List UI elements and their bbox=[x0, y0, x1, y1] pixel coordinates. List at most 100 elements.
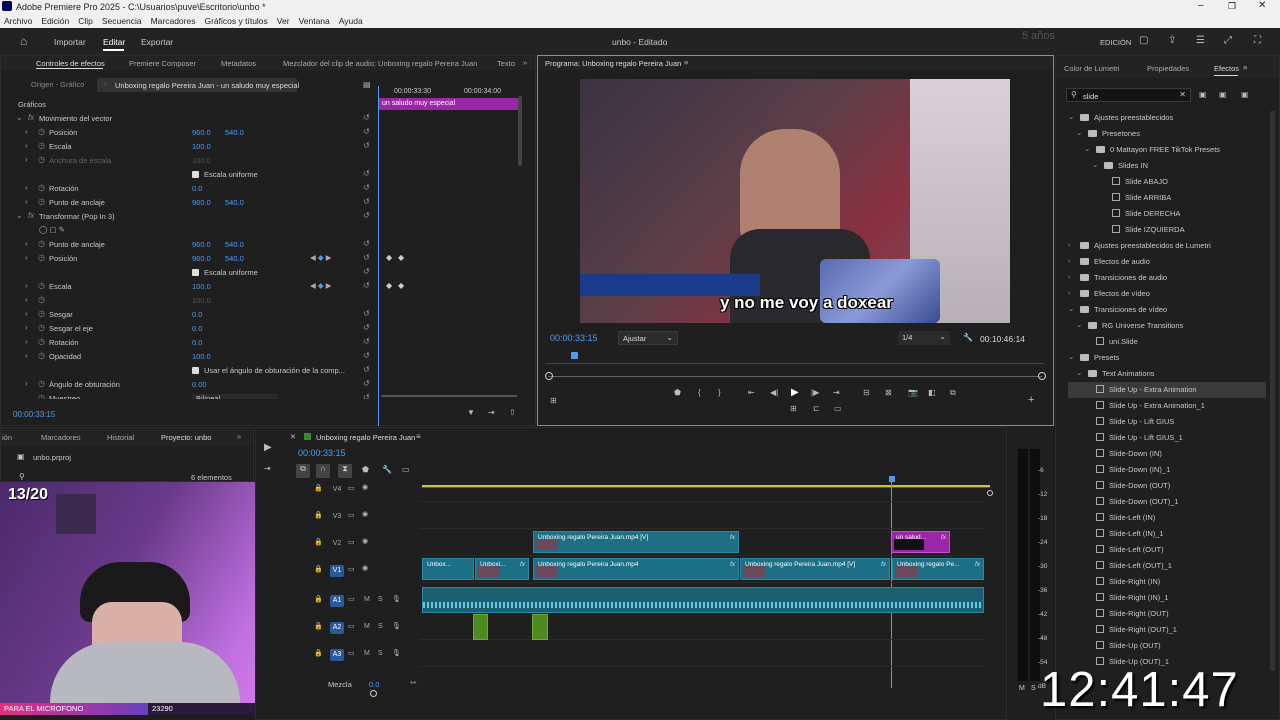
property-value-1[interactable]: 960.0 bbox=[192, 198, 211, 207]
fx-icon[interactable]: fx bbox=[28, 211, 34, 220]
export-tab[interactable]: Exportar bbox=[141, 37, 173, 47]
out-point-icon[interactable]: } bbox=[718, 388, 721, 397]
track-name[interactable]: V4 bbox=[330, 484, 344, 496]
track-name[interactable]: V1 bbox=[330, 565, 344, 577]
mix-value[interactable]: 0.0 bbox=[369, 680, 379, 689]
lock-icon[interactable]: 🔒 bbox=[314, 595, 323, 603]
chevron-down-icon[interactable]: ⌄ bbox=[16, 211, 23, 220]
menu-item[interactable]: Ayuda bbox=[339, 16, 363, 26]
timeline-playhead-handle[interactable] bbox=[889, 476, 895, 482]
chevron-down-icon[interactable]: ⌄ bbox=[1092, 160, 1098, 169]
settings-icon[interactable]: ⊞ bbox=[550, 396, 557, 405]
accelerated-icon[interactable]: ▣ bbox=[1199, 90, 1207, 99]
stopwatch-icon[interactable]: ◷ bbox=[38, 309, 45, 318]
track-header[interactable]: 🔒 V1 ▭ ◉ bbox=[312, 557, 420, 583]
track-header[interactable]: 🔒 V4 ▭ ◉ bbox=[312, 476, 420, 502]
mask-tools[interactable]: ◯ ▢ ✎ bbox=[39, 225, 65, 234]
extract-icon[interactable]: ⊠ bbox=[885, 388, 892, 397]
stopwatch-icon[interactable]: ◷ bbox=[38, 337, 45, 346]
track-header[interactable]: 🔒 V2 ▭ ◉ bbox=[312, 530, 420, 556]
workspace-label[interactable]: EDICIÓN bbox=[1100, 38, 1131, 47]
effect-property-row[interactable]: › ◷ Punto de anclaje 960.0 540.0 ↺ bbox=[1, 237, 371, 251]
sync-icon[interactable]: ▭ bbox=[348, 484, 355, 492]
zoom-handle-left[interactable] bbox=[545, 372, 553, 380]
keyframe-nav-icon[interactable]: ◀ ◆ ▶ bbox=[310, 281, 332, 290]
toggle-timeline-icon[interactable]: ▤ bbox=[363, 80, 371, 89]
scroll-handle[interactable] bbox=[987, 490, 993, 496]
effect-property-row[interactable]: › ◷ Posición 960.0 540.0 ↺ bbox=[1, 125, 371, 139]
solo-button[interactable]: S bbox=[378, 650, 383, 657]
effects-preset[interactable]: Slide Up - Extra Animation bbox=[1068, 382, 1266, 398]
lock-icon[interactable]: 🔒 bbox=[314, 484, 323, 492]
reset-icon[interactable]: ↺ bbox=[363, 141, 370, 150]
lock-icon[interactable]: 🔒 bbox=[314, 622, 323, 630]
zoom-scrollbar[interactable] bbox=[548, 376, 1042, 377]
checkbox[interactable] bbox=[192, 367, 199, 374]
edit-tab[interactable]: Editar bbox=[103, 37, 125, 47]
reset-icon[interactable]: ↺ bbox=[363, 393, 370, 399]
chevron-right-icon[interactable]: › bbox=[25, 197, 28, 206]
eye-icon[interactable]: ◉ bbox=[362, 483, 368, 491]
multicam-icon[interactable]: ⧉ bbox=[950, 388, 956, 398]
effect-property-row[interactable]: Escala uniforme ↺ bbox=[1, 265, 371, 279]
chevron-down-icon[interactable]: ⌄ bbox=[1076, 368, 1082, 377]
chevron-right-icon[interactable]: › bbox=[25, 253, 28, 262]
close-tab-icon[interactable]: ✕ bbox=[290, 433, 296, 441]
mic-icon[interactable]: 🎙 bbox=[392, 649, 401, 657]
property-value-1[interactable]: 960.0 bbox=[192, 240, 211, 249]
reset-icon[interactable]: ↺ bbox=[363, 169, 370, 178]
property-value-1[interactable]: 0.0 bbox=[192, 184, 202, 193]
tabs-overflow-icon[interactable]: » bbox=[523, 58, 527, 67]
effect-property-row[interactable]: › ◷ Escala 100.0 ↺ bbox=[1, 139, 371, 153]
solo-button[interactable]: S bbox=[378, 623, 383, 630]
chevron-down-icon[interactable]: ⌄ bbox=[1068, 304, 1074, 313]
ec-scrollbar[interactable] bbox=[518, 96, 522, 166]
checkbox[interactable] bbox=[192, 269, 199, 276]
search-icon[interactable]: ⚲ bbox=[19, 472, 25, 481]
ec-clip-bar[interactable]: un saludo muy especial bbox=[379, 98, 519, 110]
marker-icon[interactable]: ⬟ bbox=[362, 465, 369, 474]
tab-effects[interactable]: Efectos bbox=[1214, 64, 1239, 73]
menu-item[interactable]: Clip bbox=[78, 16, 93, 26]
stopwatch-icon[interactable]: ◷ bbox=[38, 127, 45, 136]
yuv-icon[interactable]: ▣ bbox=[1241, 90, 1249, 99]
reset-icon[interactable]: ↺ bbox=[363, 351, 370, 360]
tab-effect-controls[interactable]: Controles de efectos bbox=[36, 59, 105, 68]
go-to-in-icon[interactable]: ⇤ bbox=[748, 388, 755, 397]
lock-icon[interactable]: 🔒 bbox=[314, 511, 323, 519]
export-icon[interactable]: ⇧ bbox=[509, 408, 516, 417]
chevron-right-icon[interactable]: › bbox=[25, 337, 28, 346]
import-tab[interactable]: Importar bbox=[54, 37, 86, 47]
effect-property-row[interactable]: ⌄ fx Transformar (Pop In 3) ↺ bbox=[1, 209, 371, 223]
effect-property-row[interactable]: › ◷ Opacidad 100.0 ↺ bbox=[1, 349, 371, 363]
keyframe-icon[interactable]: ◆ bbox=[398, 281, 404, 290]
property-value-2[interactable]: 540.0 bbox=[225, 240, 244, 249]
tab-metadata[interactable]: Metadatos bbox=[221, 59, 256, 68]
reset-icon[interactable]: ↺ bbox=[363, 379, 370, 388]
clip-v1-1[interactable]: Unbox... bbox=[422, 558, 474, 580]
property-value-2[interactable]: 540.0 bbox=[225, 198, 244, 207]
reset-icon[interactable]: ↺ bbox=[363, 183, 370, 192]
effect-property-row[interactable]: › ◷ Punto de anclaje 960.0 540.0 ↺ bbox=[1, 195, 371, 209]
track-name[interactable]: A3 bbox=[330, 649, 344, 661]
effect-property-row[interactable]: ⌄ fx Movimiento del vector ↺ bbox=[1, 111, 371, 125]
tab-premiere-composer[interactable]: Premiere Composer bbox=[129, 59, 196, 68]
stopwatch-icon[interactable]: ◷ bbox=[38, 323, 45, 332]
audio-clip-a2-2[interactable] bbox=[532, 614, 548, 640]
effect-property-row[interactable]: › ◷ Rotación 0.0 ↺ bbox=[1, 181, 371, 195]
clip-v2-main[interactable]: Unboxing regalo Pereira Juan.mp4 [V] fx bbox=[533, 531, 739, 553]
effects-scrollbar[interactable] bbox=[1270, 111, 1275, 671]
chevron-right-icon[interactable]: › bbox=[25, 127, 28, 136]
chevron-right-icon[interactable]: › bbox=[25, 379, 28, 388]
program-tab[interactable]: Programa: Unboxing regalo Pereira Juan bbox=[545, 59, 681, 68]
tab-text[interactable]: Texto bbox=[497, 59, 515, 68]
chevron-down-icon[interactable]: ⌄ bbox=[1068, 352, 1074, 361]
eye-icon[interactable]: ◉ bbox=[362, 537, 368, 545]
reset-icon[interactable]: ↺ bbox=[363, 323, 370, 332]
menu-item[interactable]: Archivo bbox=[4, 16, 32, 26]
reset-icon[interactable]: ↺ bbox=[363, 267, 370, 276]
effect-property-row[interactable]: › ◷ Anchura de escala 100.0 bbox=[1, 153, 371, 167]
property-value-1[interactable]: 100.0 bbox=[192, 352, 211, 361]
property-value-1[interactable]: 0.0 bbox=[192, 310, 202, 319]
captions-icon[interactable]: ▭ bbox=[402, 465, 410, 474]
